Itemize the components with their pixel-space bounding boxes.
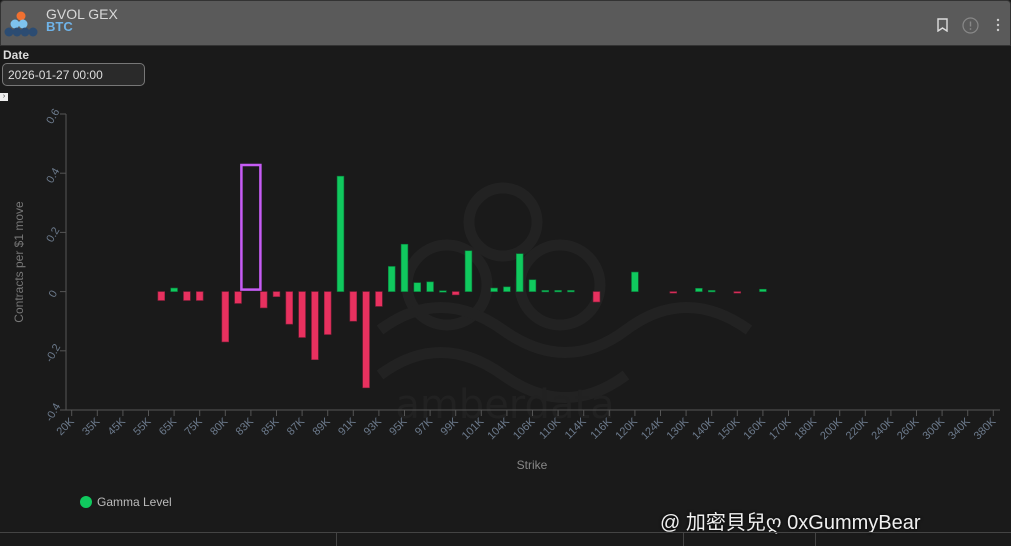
x-tick-label: 75K bbox=[182, 415, 205, 438]
bar-strike-41 bbox=[592, 291, 601, 303]
bar-strike-33 bbox=[490, 287, 498, 292]
y-tick-label: -0.2 bbox=[43, 342, 63, 364]
bar-strike-7 bbox=[157, 291, 165, 301]
info-icon[interactable] bbox=[962, 17, 979, 34]
bar-85K bbox=[272, 291, 281, 297]
overlay-watermark-text: @ 加密貝兒ღ 0xGummyBear bbox=[660, 512, 921, 534]
x-tick-label: 124K bbox=[639, 415, 666, 442]
x-tick-label: 35K bbox=[80, 415, 103, 438]
x-tick-label: 80K bbox=[208, 415, 231, 438]
legend-item-gamma-level[interactable]: Gamma Level bbox=[80, 495, 172, 509]
bar-strike-15 bbox=[259, 291, 268, 309]
x-tick-label: 130K bbox=[665, 415, 692, 442]
x-tick-label: 87K bbox=[285, 415, 308, 438]
footer-divider bbox=[815, 533, 816, 546]
x-tick-label: 65K bbox=[157, 415, 180, 438]
footer-divider bbox=[336, 533, 337, 546]
x-tick-label: 180K bbox=[793, 415, 820, 442]
x-tick-label: 260K bbox=[895, 415, 922, 442]
bar-140K bbox=[707, 290, 716, 293]
bar-91K bbox=[349, 291, 357, 322]
bar-160K bbox=[759, 288, 767, 292]
bar-87K bbox=[298, 291, 306, 338]
bar-strike-23 bbox=[362, 291, 370, 389]
y-tick-label: -0.4 bbox=[43, 401, 63, 423]
x-tick-label: 83K bbox=[234, 415, 257, 438]
bar-strike-47 bbox=[669, 291, 678, 294]
bar-strike-35 bbox=[515, 253, 524, 292]
highlight-box bbox=[240, 163, 262, 291]
x-tick-label: 140K bbox=[690, 415, 717, 442]
legend-dot-icon bbox=[80, 496, 92, 508]
x-tick-label: 93K bbox=[362, 415, 385, 438]
x-tick-label: 170K bbox=[767, 415, 794, 442]
x-tick-label: 20K bbox=[54, 415, 77, 438]
x-tick-label: 89K bbox=[310, 415, 333, 438]
widget-header: GVOL GEX BTC bbox=[0, 0, 1011, 46]
y-axis-title: Contracts per $1 move bbox=[12, 201, 26, 323]
x-tick-label: 150K bbox=[716, 415, 743, 442]
x-tick-label: 220K bbox=[844, 415, 871, 442]
x-tick-label: 300K bbox=[921, 415, 948, 442]
bar-strike-17 bbox=[285, 291, 293, 325]
y-tick-label: 0 bbox=[47, 288, 60, 299]
bar-strike-49 bbox=[695, 288, 703, 292]
bar-65K bbox=[170, 287, 178, 292]
bar-110K bbox=[554, 290, 562, 293]
x-tick-label: 120K bbox=[613, 415, 640, 442]
bar-75K bbox=[196, 291, 204, 301]
bar-strike-31 bbox=[464, 250, 473, 292]
bar-strike-21 bbox=[336, 175, 345, 292]
footer-bar bbox=[0, 532, 1011, 546]
bar-89K bbox=[323, 291, 332, 335]
x-tick-label: 380K bbox=[972, 415, 999, 442]
x-tick-label: 340K bbox=[946, 415, 973, 442]
x-axis-title: Strike bbox=[517, 458, 548, 472]
bar-106K bbox=[528, 279, 537, 292]
widget-subtitle: BTC bbox=[46, 19, 73, 34]
date-label: Date bbox=[3, 48, 30, 62]
x-tick-label: 55K bbox=[131, 415, 154, 438]
bar-95K bbox=[400, 243, 409, 292]
bar-strike-25 bbox=[387, 266, 396, 292]
gvol-logo-icon bbox=[4, 11, 38, 37]
bar-strike-9 bbox=[183, 291, 191, 301]
bar-150K bbox=[733, 291, 742, 294]
date-input[interactable]: 2026-01-27 00:00 bbox=[2, 63, 145, 86]
bar-99K bbox=[451, 291, 460, 296]
x-tick-label: 240K bbox=[869, 415, 896, 442]
bar-strike-13 bbox=[234, 291, 242, 304]
x-tick-label: 200K bbox=[818, 415, 845, 442]
x-tick-label: 160K bbox=[741, 415, 768, 442]
amberdata-watermark: amberdata bbox=[376, 182, 753, 428]
y-tick-label: 0.2 bbox=[44, 225, 62, 244]
bar-strike-29 bbox=[439, 290, 447, 293]
footer-divider bbox=[683, 533, 684, 546]
x-tick-label: 91K bbox=[336, 415, 359, 438]
bar-strike-19 bbox=[311, 291, 319, 360]
x-tick-label: 45K bbox=[106, 415, 129, 438]
bar-80K bbox=[221, 291, 229, 343]
bar-strike-27 bbox=[413, 282, 421, 292]
bar-104K bbox=[503, 286, 511, 292]
y-tick-label: 0.6 bbox=[44, 107, 62, 126]
x-tick-label: 85K bbox=[259, 415, 282, 438]
bar-strike-37 bbox=[541, 290, 550, 293]
bar-strike-39 bbox=[567, 290, 575, 293]
gamma-exposure-chart: amberdata 0.6 0.4 0.2 0 -0.2 -0.420K 35K 45K 55K… bbox=[12, 107, 1000, 472]
bar-93K bbox=[375, 291, 383, 307]
bar-120K bbox=[631, 271, 639, 292]
bookmark-icon[interactable] bbox=[936, 18, 949, 32]
y-tick-label: 0.4 bbox=[44, 166, 62, 185]
legend-label: Gamma Level bbox=[97, 495, 172, 509]
more-vertical-icon[interactable] bbox=[995, 18, 1001, 32]
bar-97K bbox=[426, 281, 434, 292]
